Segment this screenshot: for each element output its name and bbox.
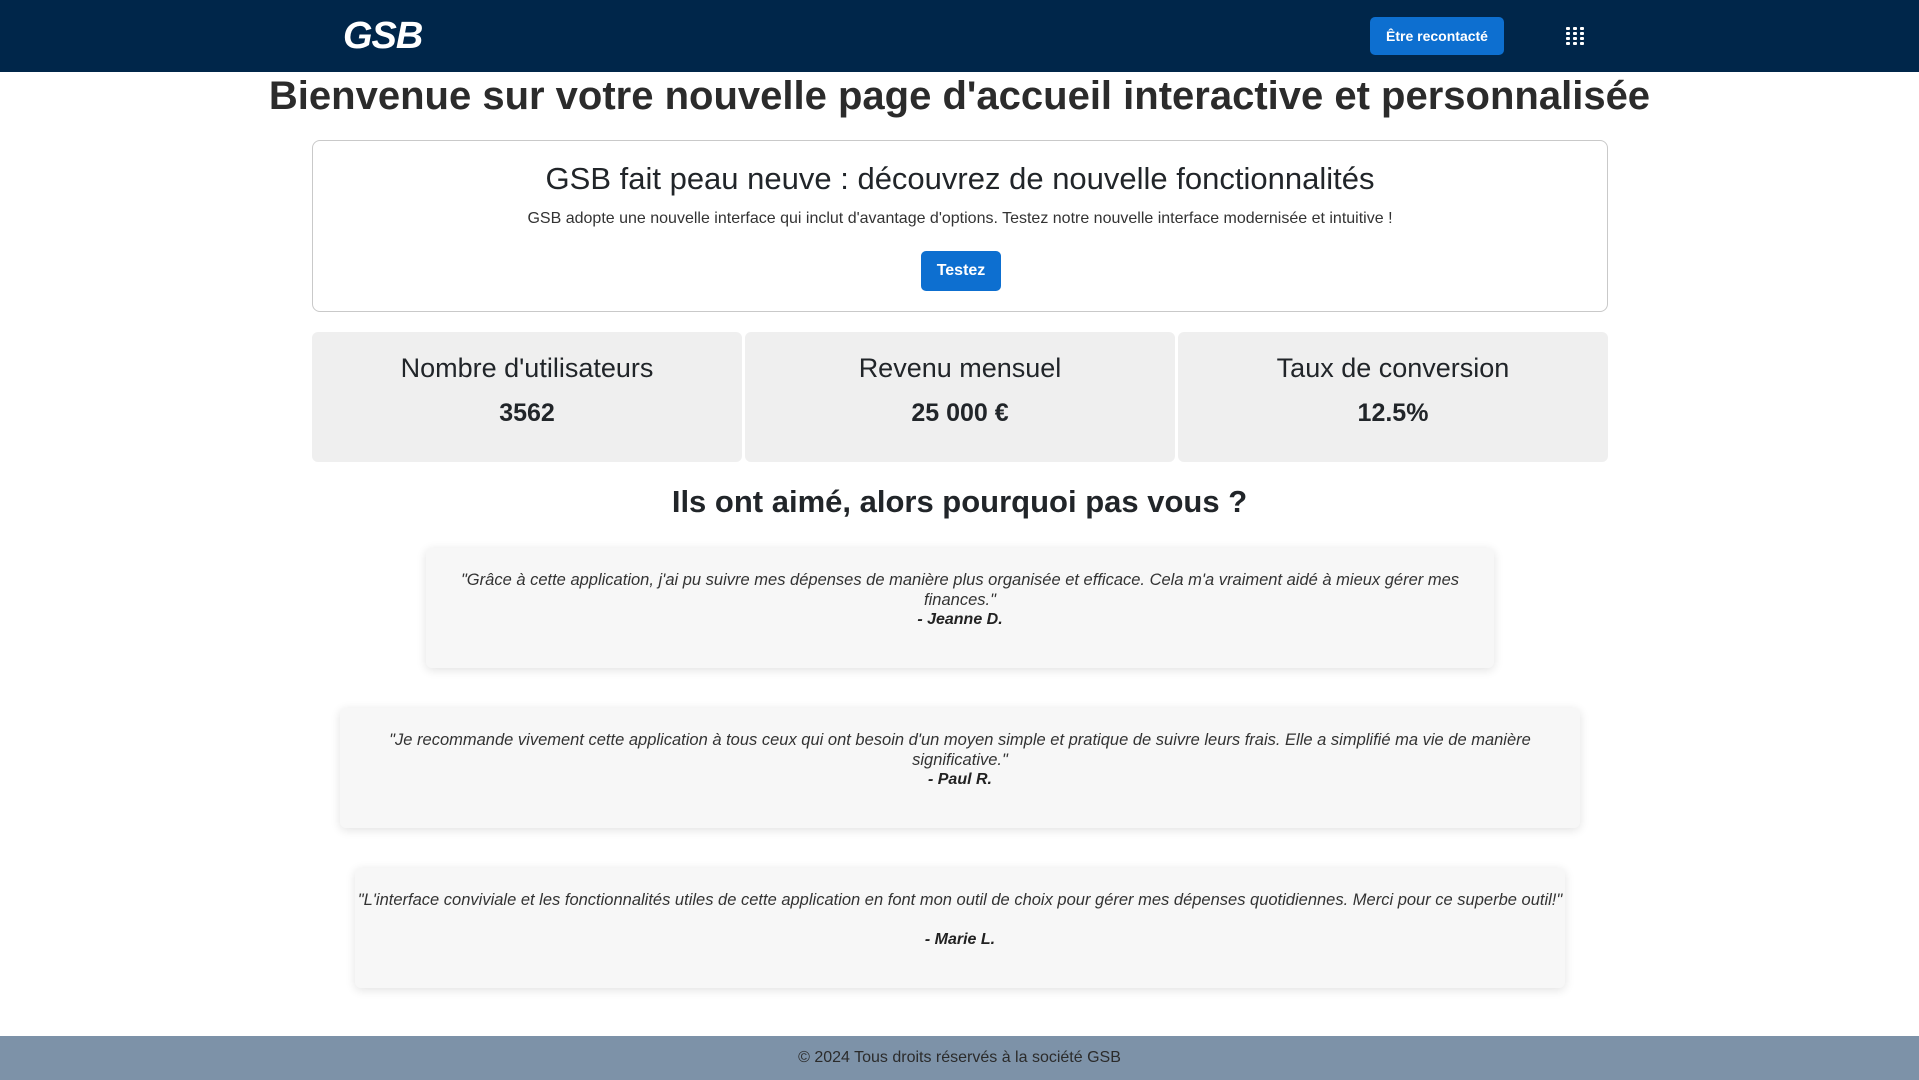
stat-label: Nombre d'utilisateurs [400, 353, 654, 383]
stat-card-users: Nombre d'utilisateurs 3562 [312, 332, 742, 462]
try-button[interactable]: Testez [921, 251, 1001, 291]
testimonial-card: "Je recommande vivement cette applicatio… [340, 708, 1580, 828]
footer: © 2024 Tous droits réservés à la société… [0, 1036, 1919, 1080]
navbar: GSB Être recontacté [0, 0, 1919, 72]
testimonial-card: "Grâce à cette application, j'ai pu suiv… [426, 548, 1494, 668]
testimonial-quote: "Grâce à cette application, j'ai pu suiv… [460, 571, 1460, 609]
contact-request-button[interactable]: Être recontacté [1370, 17, 1504, 55]
testimonial-author: - Marie L. [924, 931, 996, 948]
promo-description: GSB adopte une nouvelle interface qui in… [527, 210, 1393, 227]
stat-label: Revenu mensuel [858, 353, 1062, 383]
page-title: Bienvenue sur votre nouvelle page d'accu… [268, 74, 1651, 118]
testimonial-quote: "L'interface conviviale et les fonctionn… [357, 891, 1563, 909]
stat-value: 12.5% [1357, 399, 1429, 427]
stat-card-conversion: Taux de conversion 12.5% [1178, 332, 1608, 462]
stat-value: 25 000 € [911, 399, 1009, 427]
testimonial-author: - Jeanne D. [917, 611, 1003, 628]
brand-logo[interactable]: GSB [343, 13, 423, 59]
stat-label: Taux de conversion [1276, 353, 1510, 383]
testimonial-author: - Paul R. [927, 771, 992, 788]
stat-card-revenue: Revenu mensuel 25 000 € [745, 332, 1175, 462]
promo-card: GSB fait peau neuve : découvrez de nouve… [312, 140, 1608, 312]
stat-value: 3562 [499, 399, 555, 427]
testimonial-card: "L'interface conviviale et les fonctionn… [355, 868, 1565, 988]
testimonials-title: Ils ont aimé, alors pourquoi pas vous ? [671, 484, 1248, 519]
testimonial-quote: "Je recommande vivement cette applicatio… [389, 731, 1531, 769]
grid-dots-icon[interactable] [1566, 27, 1584, 45]
promo-title: GSB fait peau neuve : découvrez de nouve… [545, 161, 1375, 196]
